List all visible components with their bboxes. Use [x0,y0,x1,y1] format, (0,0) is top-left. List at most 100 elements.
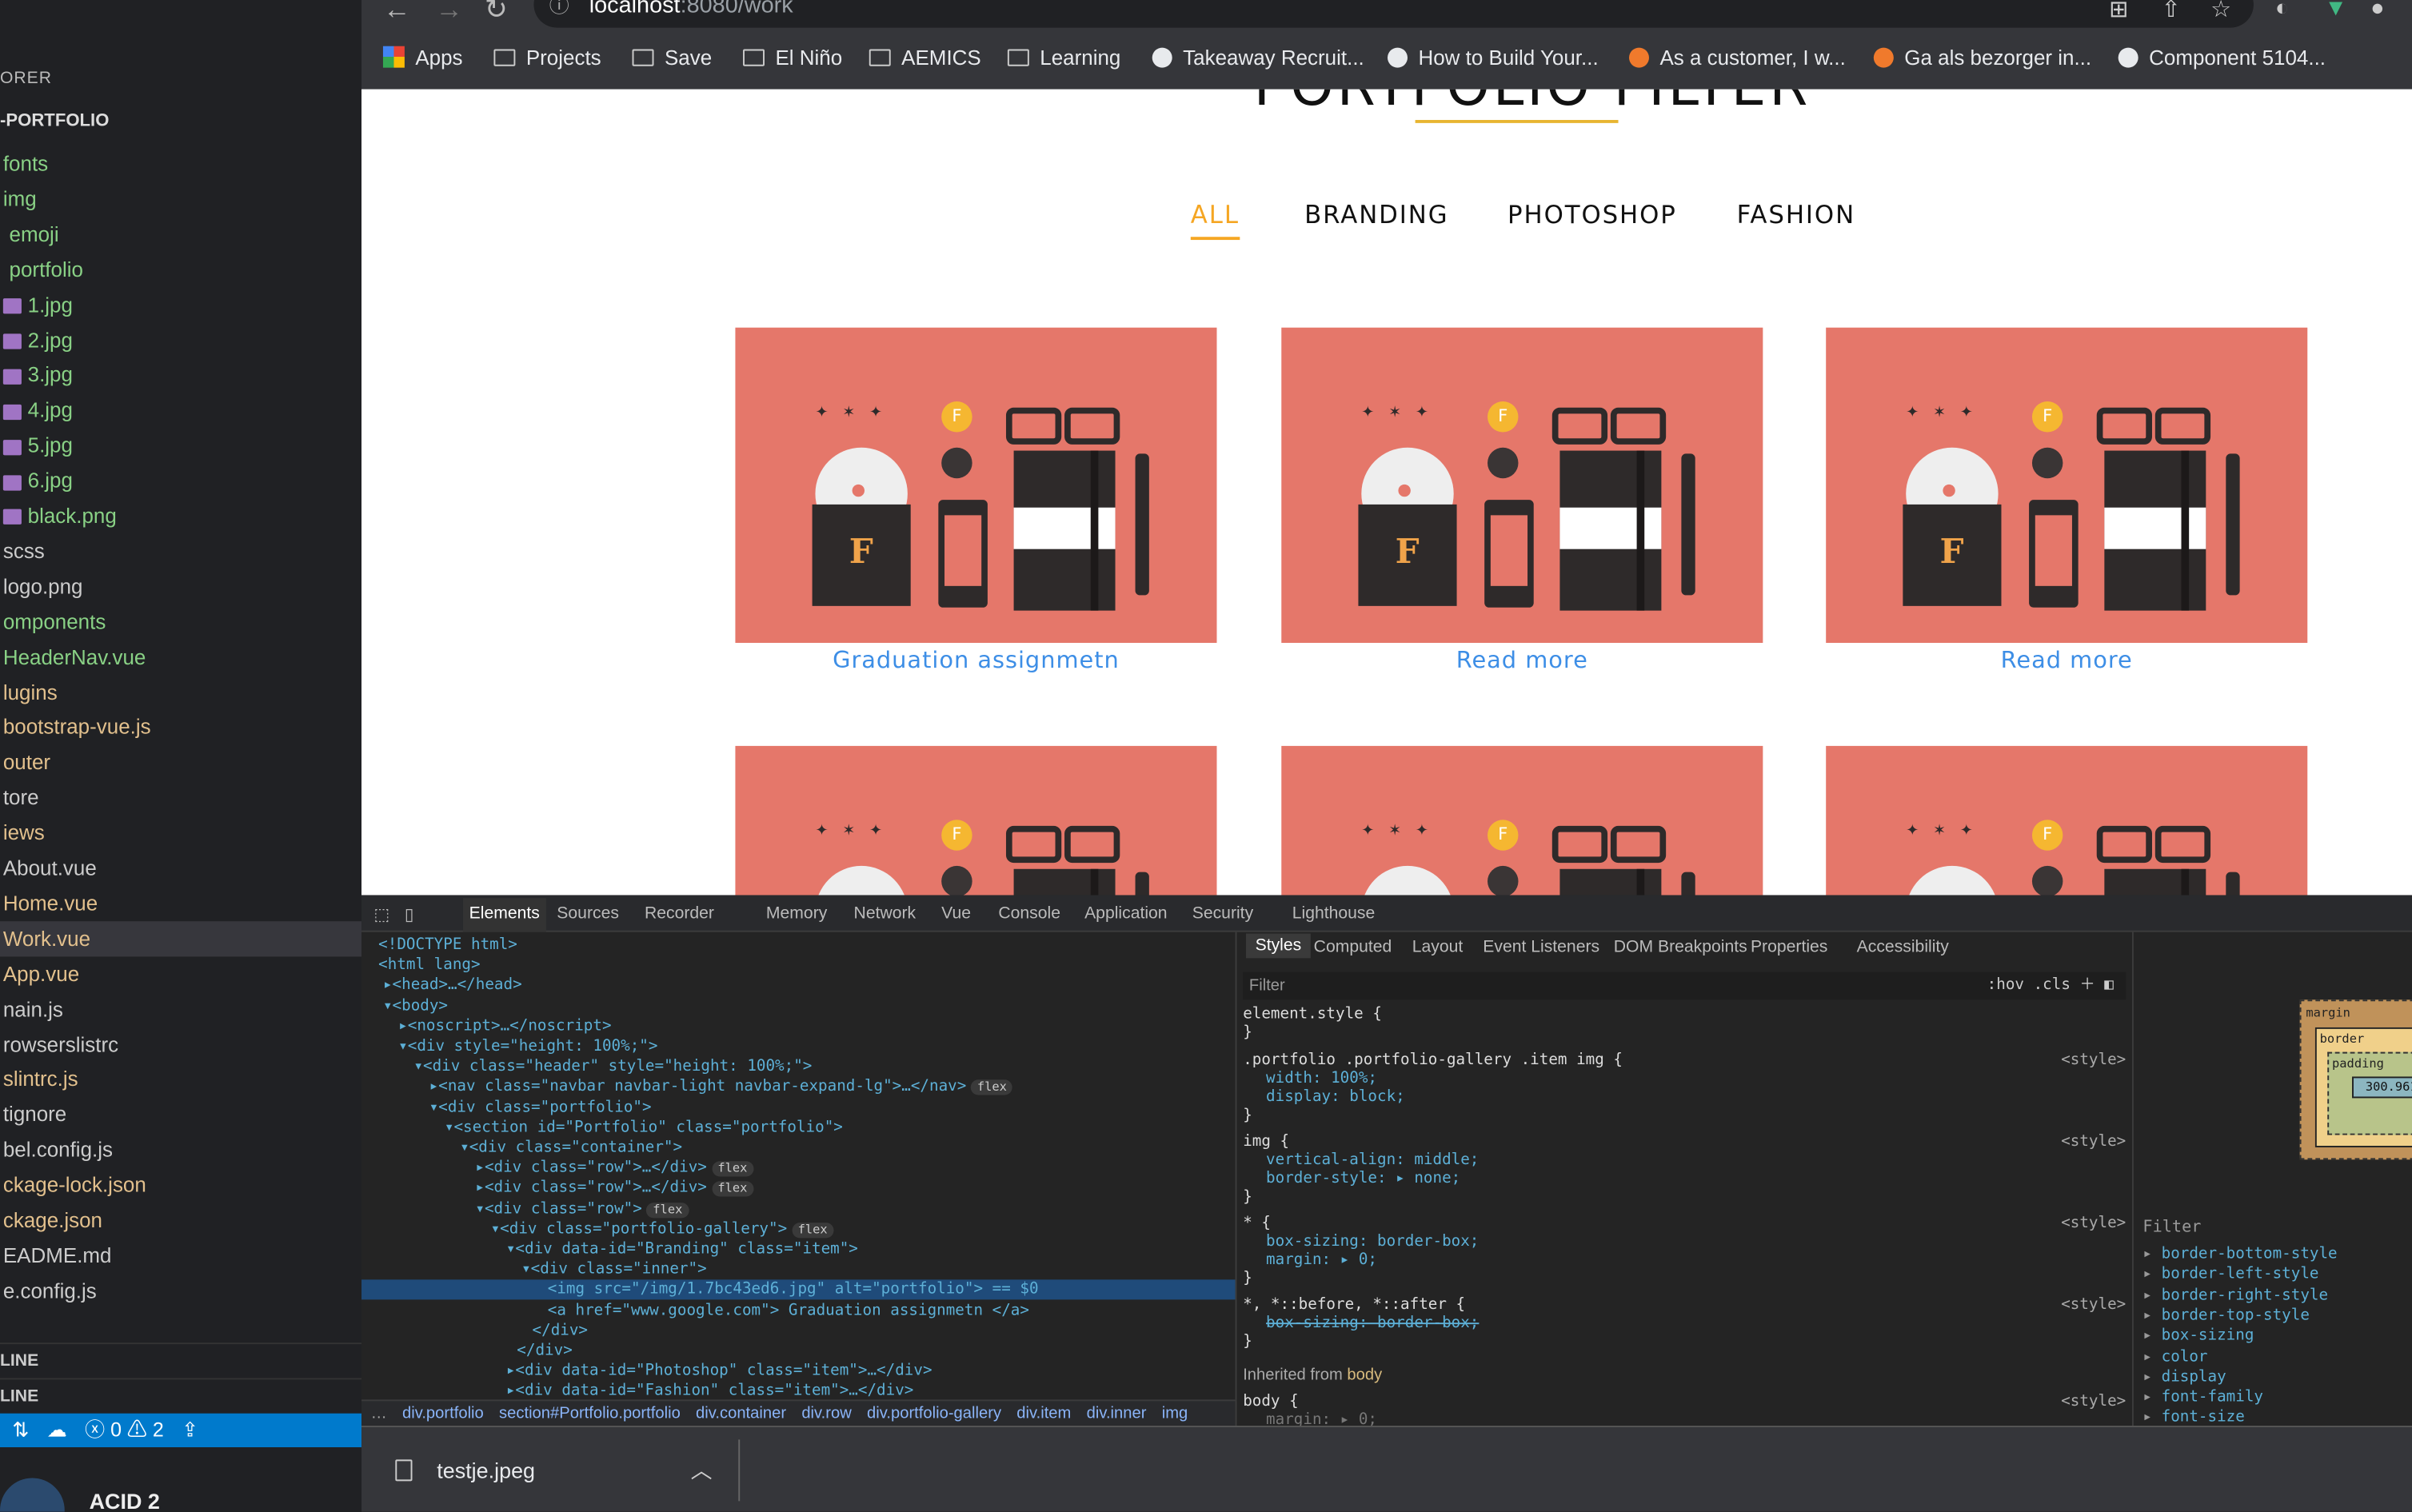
dom-node[interactable]: <a href="www.google.com"> Graduation ass… [361,1300,1236,1320]
bookmark-2[interactable]: Save [632,46,712,70]
bookmark-6[interactable]: Takeaway Recruit... [1152,46,1364,70]
file-tree-item[interactable]: emoji [0,217,361,252]
rule-source[interactable]: <style> [2061,1215,2126,1234]
computed-property[interactable]: border-top-style [2142,1307,2310,1324]
flex-badge[interactable]: flex [711,1161,754,1177]
site-info-icon[interactable]: ⓘ [549,0,569,30]
file-tree-item[interactable]: rowserslistrc [0,1027,361,1062]
breadcrumb-item[interactable]: div.container [696,1404,786,1422]
file-tree-item[interactable]: slintrc.js [0,1062,361,1097]
dom-node[interactable]: </div> [361,1341,1236,1361]
file-tree-item[interactable]: omponents [0,604,361,639]
reload-icon[interactable]: ↻ [485,0,508,26]
portfolio-card[interactable]: ✦ ✶ ✦FF [735,745,1217,896]
card-link[interactable]: Graduation assignmetn [735,646,1216,674]
file-tree-item[interactable]: portfolio [0,252,361,287]
file-tree-item[interactable]: 2.jpg [0,322,361,357]
tab-sources[interactable]: Sources [557,904,619,923]
rule-property[interactable]: vertical-align: middle; [1266,1152,2126,1171]
file-tree-item[interactable]: nain.js [0,991,361,1027]
body-rule-prop[interactable]: margin: ▸ 0; [1243,1412,2126,1426]
rule-property[interactable]: display: block; [1266,1089,2126,1107]
dom-node[interactable]: <img src="/img/1.7bc43ed6.jpg" alt="port… [361,1280,1236,1301]
body-rule[interactable]: body {<style> [1243,1394,2126,1412]
dom-node[interactable]: ▾<div class="portfolio-gallery"> flex [361,1219,1236,1239]
forward-icon[interactable]: → [435,0,463,26]
tab-lighthouse[interactable]: Lighthouse [1292,904,1376,923]
rule-source[interactable]: <style> [2061,1297,2126,1315]
portfolio-card[interactable]: ✦ ✶ ✦FF [1826,745,2308,896]
styles-tab[interactable]: Event Listeners [1483,938,1599,956]
file-tree-item[interactable]: App.vue [0,956,361,991]
tab-network[interactable]: Network [854,904,916,923]
tab-memory[interactable]: Memory [766,904,827,923]
dom-node[interactable]: ▸<div data-id="Fashion" class="item">…</… [361,1382,1236,1402]
sync-icon[interactable]: ☁ [47,1418,67,1441]
bookmark-3[interactable]: El Niño [743,46,842,70]
tab-vue[interactable]: Vue [941,904,971,923]
bookmark-0[interactable]: Apps [382,46,463,70]
breadcrumb-item[interactable]: div.portfolio-gallery [867,1404,1001,1422]
file-tree-item[interactable]: bel.config.js [0,1132,361,1167]
box-model-content[interactable]: 300.961× [2352,1076,2412,1099]
breadcrumb-item[interactable]: div.item [1016,1404,1071,1422]
file-tree-item[interactable]: Work.vue [0,920,362,957]
dom-node[interactable]: ▾<div class="header" style="height: 100%… [361,1057,1236,1077]
rule-property[interactable]: box-sizing: border-box; [1266,1234,2126,1252]
filter-photoshop[interactable]: PHOTOSHOP [1508,200,1677,229]
dom-node[interactable]: ▸<div class="row">…</div> flex [361,1179,1236,1199]
dom-node[interactable]: ▾<div class="container"> [361,1138,1236,1158]
file-tree-item[interactable]: img [0,182,361,217]
breadcrumb-item[interactable]: div.row [801,1404,851,1422]
more-icon[interactable]: … [371,1404,387,1422]
address-bar[interactable]: ⓘ localhost:8080/work [533,0,2254,30]
dom-node[interactable]: ▾<div data-id="Branding" class="item"> [361,1239,1236,1259]
file-tree-item[interactable]: fonts [0,146,361,182]
device-toggle-icon[interactable]: ▯ [405,904,414,924]
filter-branding[interactable]: BRANDING [1304,200,1448,229]
rule-property[interactable]: border-style: ▸ none; [1266,1171,2126,1189]
filter-fashion[interactable]: FASHION [1737,200,1855,229]
dom-node[interactable]: </div> [361,1321,1236,1341]
computed-property[interactable]: color [2142,1348,2208,1365]
vue-devtools-icon[interactable]: ▼ [2324,0,2347,22]
file-tree-item[interactable]: HeaderNav.vue [0,639,361,674]
css-rule[interactable]: img {vertical-align: middle; border-style… [1243,1134,2126,1207]
extension-icon[interactable]: ◐ [2275,0,2289,22]
rule-source[interactable]: <style> [2061,1052,2126,1071]
tab-application[interactable]: Application [1084,904,1168,923]
bookmark-7[interactable]: How to Build Your... [1387,46,1599,70]
filter-all[interactable]: ALL [1190,200,1240,241]
bookmark-1[interactable]: Projects [493,46,601,70]
dom-node[interactable]: ▸<noscript>…</noscript> [361,1016,1236,1036]
dom-node[interactable]: ▾<body> [361,996,1236,1016]
problems-indicator[interactable]: ⓧ 0 ⚠ 2 [85,1418,164,1441]
bookmark-10[interactable]: Component 5104... [2118,46,2326,70]
dom-node[interactable]: ▸<head>…</head> [361,975,1236,995]
star-icon[interactable]: ☆ [2210,0,2231,23]
file-tree-item[interactable]: tignore [0,1097,361,1132]
css-rule[interactable]: element.style {} [1243,1006,2126,1043]
file-tree-item[interactable]: ckage-lock.json [0,1167,361,1203]
file-tree-item[interactable]: scss [0,533,361,568]
dom-node[interactable]: ▾<div style="height: 100%;"> [361,1036,1236,1056]
css-rule[interactable]: * {box-sizing: border-box; margin: ▸ 0;} <… [1243,1215,2126,1289]
breadcrumb-item[interactable]: img [1162,1404,1188,1422]
css-rule[interactable]: *, *::before, *::after {box-sizing: bord… [1243,1297,2126,1352]
chevron-up-icon[interactable]: ︿ [691,1455,713,1486]
portfolio-card[interactable]: ✦ ✶ ✦FF [1281,745,1763,896]
styles-tab[interactable]: Computed [1314,938,1392,956]
timeline-section[interactable]: LINE [0,1378,362,1413]
file-tree-item[interactable]: tore [0,780,361,816]
file-tree-item[interactable]: iews [0,816,361,851]
outline-section[interactable]: LINE [0,1342,362,1378]
account[interactable]: ACID 2 [0,1474,361,1512]
breadcrumb-item[interactable]: section#Portfolio.portfolio [499,1404,681,1422]
file-tree-item[interactable]: About.vue [0,851,361,886]
card-link[interactable]: Read more [1281,646,1763,674]
flex-badge[interactable]: flex [971,1080,1013,1096]
tab-recorder[interactable]: Recorder [645,904,714,923]
file-tree-item[interactable]: Home.vue [0,886,361,921]
file-tree-item[interactable]: bootstrap-vue.js [0,709,361,744]
styles-tab[interactable]: Styles [1246,933,1311,959]
